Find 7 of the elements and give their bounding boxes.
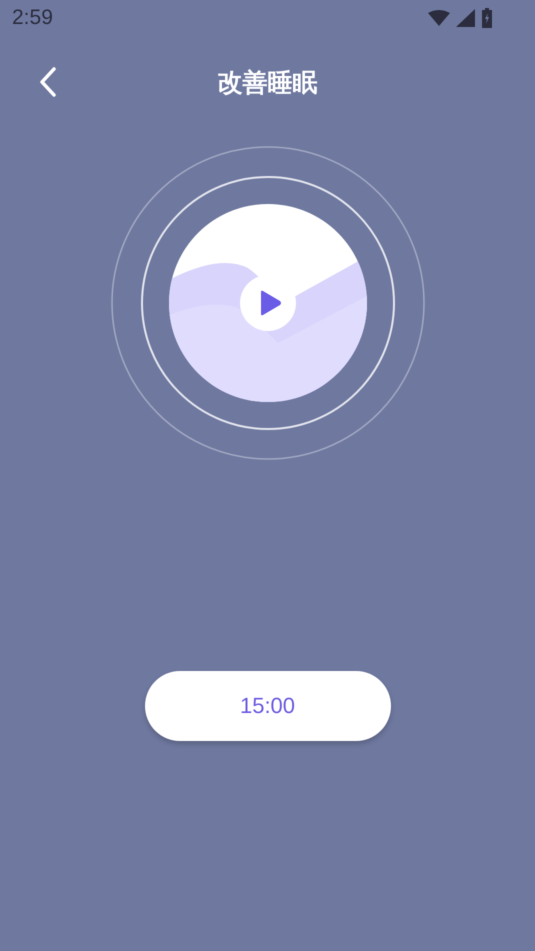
signal-icon — [456, 9, 475, 27]
battery-icon — [481, 8, 493, 28]
page-title: 改善睡眠 — [218, 68, 318, 98]
timer-button[interactable]: 15:00 — [144, 671, 390, 741]
status-time: 2:59 — [12, 6, 53, 30]
wifi-icon — [428, 10, 450, 26]
back-button[interactable] — [38, 66, 58, 98]
